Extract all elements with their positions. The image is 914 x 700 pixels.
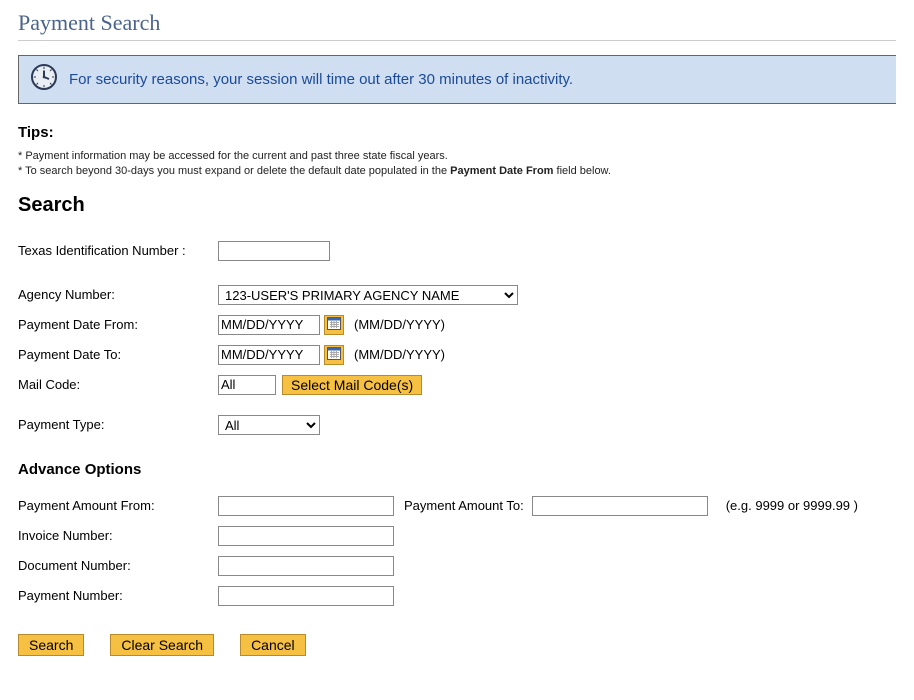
clock-icon (31, 64, 57, 95)
document-number-label: Document Number: (18, 558, 218, 573)
document-number-input[interactable] (218, 556, 394, 576)
tin-input[interactable] (218, 241, 330, 261)
payment-type-label: Payment Type: (18, 417, 218, 432)
clear-search-button[interactable]: Clear Search (110, 634, 214, 656)
select-mail-code-button[interactable]: Select Mail Code(s) (282, 375, 422, 395)
title-divider (18, 40, 896, 41)
mail-code-input[interactable] (218, 375, 276, 395)
invoice-number-input[interactable] (218, 526, 394, 546)
timeout-notice: For security reasons, your session will … (18, 55, 896, 104)
search-button[interactable]: Search (18, 634, 84, 656)
date-from-hint: (MM/DD/YYYY) (354, 317, 445, 332)
page-title: Payment Search (18, 10, 896, 36)
payment-type-select[interactable]: All (218, 415, 320, 435)
payment-amount-hint: (e.g. 9999 or 9999.99 ) (726, 498, 858, 513)
payment-amount-from-label: Payment Amount From: (18, 498, 218, 513)
payment-number-label: Payment Number: (18, 588, 218, 603)
invoice-number-label: Invoice Number: (18, 528, 218, 543)
payment-number-input[interactable] (218, 586, 394, 606)
payment-amount-to-label: Payment Amount To: (404, 498, 524, 513)
tips-line-2b: field below. (553, 165, 610, 177)
tips-body: * Payment information may be accessed fo… (18, 149, 896, 180)
tips-line-2-bold: Payment Date From (450, 165, 553, 177)
tips-heading: Tips: (18, 124, 896, 141)
calendar-to-button[interactable] (324, 345, 344, 365)
mail-code-label: Mail Code: (18, 377, 218, 392)
calendar-from-button[interactable] (324, 315, 344, 335)
calendar-icon (327, 346, 341, 363)
cancel-button[interactable]: Cancel (240, 634, 306, 656)
date-to-hint: (MM/DD/YYYY) (354, 347, 445, 362)
payment-amount-to-input[interactable] (532, 496, 708, 516)
payment-date-from-label: Payment Date From: (18, 317, 218, 332)
payment-date-to-input[interactable] (218, 345, 320, 365)
agency-number-select[interactable]: 123-USER'S PRIMARY AGENCY NAME (218, 285, 518, 305)
calendar-icon (327, 316, 341, 333)
tips-line-2: * To search beyond 30-days you must expa… (18, 164, 896, 179)
search-heading: Search (18, 194, 896, 217)
payment-date-to-label: Payment Date To: (18, 347, 218, 362)
tips-line-1: * Payment information may be accessed fo… (18, 149, 896, 164)
payment-amount-from-input[interactable] (218, 496, 394, 516)
payment-date-from-input[interactable] (218, 315, 320, 335)
tin-label: Texas Identification Number : (18, 243, 218, 258)
timeout-notice-text: For security reasons, your session will … (69, 71, 573, 88)
advance-options-heading: Advance Options (18, 461, 896, 478)
tips-line-2a: * To search beyond 30-days you must expa… (18, 165, 450, 177)
agency-number-label: Agency Number: (18, 287, 218, 302)
